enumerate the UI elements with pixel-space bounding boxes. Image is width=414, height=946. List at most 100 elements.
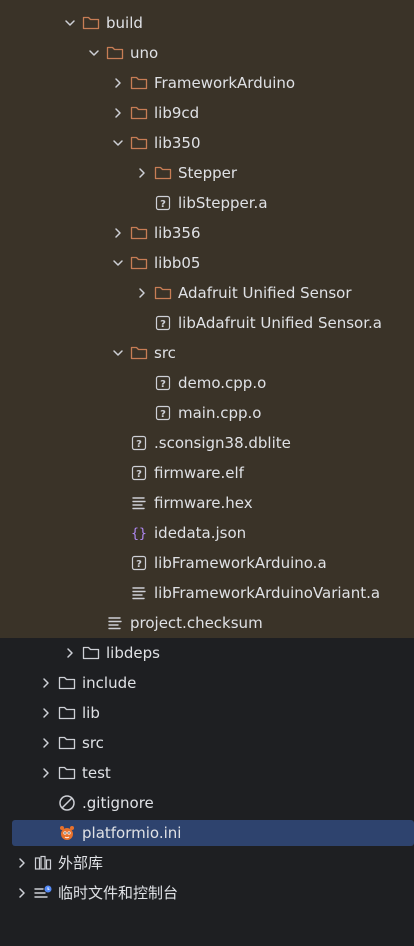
text-file-icon <box>130 578 148 608</box>
tree-row[interactable]: uno <box>0 38 414 68</box>
tree-item-label: platformio.ini <box>82 824 182 842</box>
tree-row[interactable]: ? libFrameworkArduino.a <box>0 548 414 578</box>
tree-row[interactable]: libFrameworkArduinoVariant.a <box>0 578 414 608</box>
tree-item-label: uno <box>130 44 159 62</box>
chevron-down-icon[interactable] <box>112 248 124 278</box>
tree-row[interactable]: ? demo.cpp.o <box>0 368 414 398</box>
chevron-right-icon[interactable] <box>40 728 52 758</box>
folder-icon <box>130 98 148 128</box>
platformio-icon <box>58 818 76 848</box>
svg-text:?: ? <box>136 559 142 570</box>
json-file-icon: {} <box>130 518 148 548</box>
tree-item-label: libdeps <box>106 644 160 662</box>
tree-item-label: firmware.hex <box>154 494 253 512</box>
tree-item-label: firmware.elf <box>154 464 244 482</box>
tree-row[interactable]: src <box>0 728 414 758</box>
tree-row[interactable]: .gitignore <box>0 788 414 818</box>
text-file-icon <box>106 608 124 638</box>
tree-row[interactable]: 临时文件和控制台 <box>0 878 414 908</box>
folder-gray-icon <box>58 758 76 788</box>
folder-icon <box>154 158 172 188</box>
tree-item-label: idedata.json <box>154 524 247 542</box>
chevron-right-icon[interactable] <box>112 218 124 248</box>
tree-row[interactable]: ? libAdafruit Unified Sensor.a <box>0 308 414 338</box>
tree-row[interactable]: {} idedata.json <box>0 518 414 548</box>
tree-row[interactable]: ? libStepper.a <box>0 188 414 218</box>
tree-row[interactable]: firmware.hex <box>0 488 414 518</box>
chevron-right-icon[interactable] <box>40 668 52 698</box>
tree-item-label: lib9cd <box>154 104 200 122</box>
tree-item-label: libStepper.a <box>178 194 268 212</box>
tree-item-label: lib <box>82 704 100 722</box>
tree-row[interactable]: lib350 <box>0 128 414 158</box>
tree-row[interactable]: include <box>0 668 414 698</box>
chevron-right-icon[interactable] <box>16 878 28 908</box>
folder-icon <box>130 128 148 158</box>
gitignore-icon <box>58 788 76 818</box>
tree-row[interactable]: build <box>0 8 414 38</box>
tree-row[interactable]: src <box>0 338 414 368</box>
tree-row[interactable]: Stepper <box>0 158 414 188</box>
folder-icon <box>82 8 100 38</box>
tree-row[interactable]: platformio.ini <box>0 818 414 848</box>
tree-item-label: libAdafruit Unified Sensor.a <box>178 314 382 332</box>
chevron-right-icon[interactable] <box>16 848 28 878</box>
svg-text:?: ? <box>160 409 166 420</box>
tree-item-label: 临时文件和控制台 <box>58 884 179 902</box>
tree-item-label: main.cpp.o <box>178 404 262 422</box>
tree-item-label: include <box>82 674 137 692</box>
tree-row[interactable]: FrameworkArduino <box>0 68 414 98</box>
folder-icon <box>130 68 148 98</box>
tree-row[interactable]: lib9cd <box>0 98 414 128</box>
tree-row[interactable]: Adafruit Unified Sensor <box>0 278 414 308</box>
tree-item-label: project.checksum <box>130 614 263 632</box>
tree-row[interactable]: lib356 <box>0 218 414 248</box>
tree-item-label: libb05 <box>154 254 201 272</box>
tree-row[interactable]: project.checksum <box>0 608 414 638</box>
tree-item-label: lib356 <box>154 224 201 242</box>
tree-row[interactable]: 外部库 <box>0 848 414 878</box>
chevron-down-icon[interactable] <box>64 8 76 38</box>
chevron-right-icon[interactable] <box>64 638 76 668</box>
folder-gray-icon <box>58 668 76 698</box>
tree-row[interactable]: ? main.cpp.o <box>0 398 414 428</box>
tree-item-label: test <box>82 764 111 782</box>
tree-item-label: .sconsign38.dblite <box>154 434 291 452</box>
tree-row[interactable]: ? .sconsign38.dblite <box>0 428 414 458</box>
folder-gray-icon <box>58 698 76 728</box>
folder-icon <box>154 278 172 308</box>
tree-row[interactable]: libb05 <box>0 248 414 278</box>
chevron-down-icon[interactable] <box>112 338 124 368</box>
chevron-right-icon[interactable] <box>136 278 148 308</box>
svg-text:?: ? <box>136 469 142 480</box>
chevron-right-icon[interactable] <box>40 698 52 728</box>
unknown-file-icon: ? <box>130 458 148 488</box>
folder-icon <box>130 338 148 368</box>
tree-row[interactable]: test <box>0 758 414 788</box>
folder-gray-icon <box>82 638 100 668</box>
tree-row[interactable]: ? firmware.elf <box>0 458 414 488</box>
tree-item-label: Stepper <box>178 164 238 182</box>
tree-item-label: demo.cpp.o <box>178 374 267 392</box>
tree-item-label: .gitignore <box>82 794 154 812</box>
chevron-down-icon[interactable] <box>88 38 100 68</box>
chevron-right-icon[interactable] <box>112 98 124 128</box>
tree-item-label: build <box>106 14 143 32</box>
tree-row[interactable]: libdeps <box>0 638 414 668</box>
chevron-down-icon[interactable] <box>112 128 124 158</box>
unknown-file-icon: ? <box>154 398 172 428</box>
scratches-consoles-icon <box>34 878 52 908</box>
tree-item-label: src <box>82 734 104 752</box>
text-file-icon <box>130 488 148 518</box>
svg-text:?: ? <box>160 319 166 330</box>
folder-icon <box>130 248 148 278</box>
chevron-right-icon[interactable] <box>40 758 52 788</box>
folder-gray-icon <box>58 728 76 758</box>
svg-text:?: ? <box>160 199 166 210</box>
tree-item-label: lib350 <box>154 134 201 152</box>
unknown-file-icon: ? <box>130 548 148 578</box>
chevron-right-icon[interactable] <box>112 68 124 98</box>
tree-row[interactable]: lib <box>0 698 414 728</box>
unknown-file-icon: ? <box>154 308 172 338</box>
chevron-right-icon[interactable] <box>136 158 148 188</box>
